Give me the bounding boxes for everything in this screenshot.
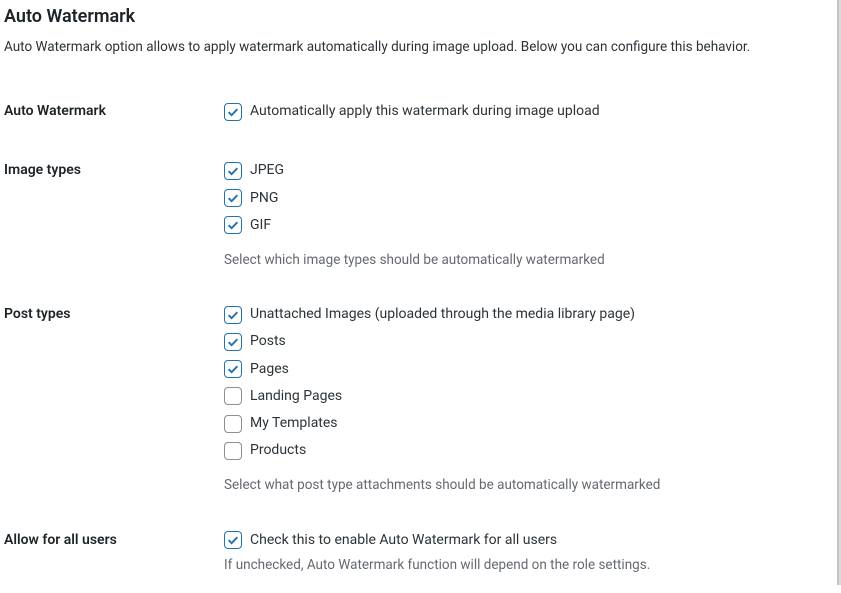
image-types-list: JPEG PNGGIF	[224, 158, 827, 238]
post-types-list: Unattached Images (uploaded through the …	[224, 302, 827, 463]
page-description: Auto Watermark option allows to apply wa…	[4, 37, 827, 57]
list-item: Pages	[224, 357, 827, 382]
checkbox-label[interactable]: My Templates	[250, 411, 338, 436]
checkbox-label[interactable]: Products	[250, 438, 306, 463]
list-item: Unattached Images (uploaded through the …	[224, 302, 827, 327]
settings-panel: Auto Watermark Auto Watermark option all…	[0, 0, 841, 585]
check-icon	[226, 105, 240, 119]
checkbox-auto-watermark[interactable]	[224, 103, 242, 121]
check-icon	[226, 191, 240, 205]
checkbox-label[interactable]: Pages	[250, 357, 289, 382]
checkbox-label[interactable]: Unattached Images (uploaded through the …	[250, 302, 635, 327]
checkbox[interactable]	[224, 333, 242, 351]
checkbox-label[interactable]: GIF	[250, 213, 271, 238]
check-icon	[226, 335, 240, 349]
list-item: GIF	[224, 213, 827, 238]
check-icon	[226, 218, 240, 232]
post-types-hint: Select what post type attachments should…	[224, 475, 827, 495]
checkbox-label[interactable]: Landing Pages	[250, 384, 342, 409]
list-item: JPEG	[224, 158, 827, 183]
page-title: Auto Watermark	[4, 4, 827, 27]
checkbox[interactable]	[224, 442, 242, 460]
checkbox[interactable]	[224, 162, 242, 180]
list-item: Landing Pages	[224, 384, 827, 409]
checkbox-label[interactable]: Automatically apply this watermark durin…	[250, 99, 600, 124]
checkbox[interactable]	[224, 216, 242, 234]
row-post-types: Post types Unattached Images (uploaded t…	[4, 288, 827, 513]
option-allow-all: Check this to enable Auto Watermark for …	[224, 528, 827, 553]
label-image-types: Image types	[4, 144, 224, 288]
checkbox[interactable]	[224, 306, 242, 324]
list-item: My Templates	[224, 411, 827, 436]
list-item: PNG	[224, 186, 827, 211]
allow-all-hint: If unchecked, Auto Watermark function wi…	[224, 555, 827, 575]
settings-form: Auto Watermark Automatically apply this …	[4, 85, 827, 593]
row-image-types: Image types JPEG PNGGIF Select which imag…	[4, 144, 827, 288]
checkbox[interactable]	[224, 415, 242, 433]
check-icon	[226, 308, 240, 322]
label-post-types: Post types	[4, 288, 224, 513]
list-item: Posts	[224, 329, 827, 354]
image-types-hint: Select which image types should be autom…	[224, 250, 827, 270]
check-icon	[226, 533, 240, 547]
list-item: Products	[224, 438, 827, 463]
checkbox[interactable]	[224, 189, 242, 207]
label-auto-watermark: Auto Watermark	[4, 85, 224, 144]
checkbox[interactable]	[224, 387, 242, 405]
check-icon	[226, 362, 240, 376]
label-allow-all: Allow for all users	[4, 514, 224, 593]
option-auto-watermark: Automatically apply this watermark durin…	[224, 99, 827, 124]
checkbox-label[interactable]: PNG	[250, 186, 278, 211]
row-allow-all: Allow for all users Check this to enable…	[4, 514, 827, 593]
check-icon	[226, 164, 240, 178]
checkbox-label[interactable]: Check this to enable Auto Watermark for …	[250, 528, 557, 553]
checkbox-allow-all[interactable]	[224, 531, 242, 549]
checkbox[interactable]	[224, 360, 242, 378]
row-auto-watermark: Auto Watermark Automatically apply this …	[4, 85, 827, 144]
checkbox-label[interactable]: JPEG	[250, 158, 284, 183]
checkbox-label[interactable]: Posts	[250, 329, 286, 354]
